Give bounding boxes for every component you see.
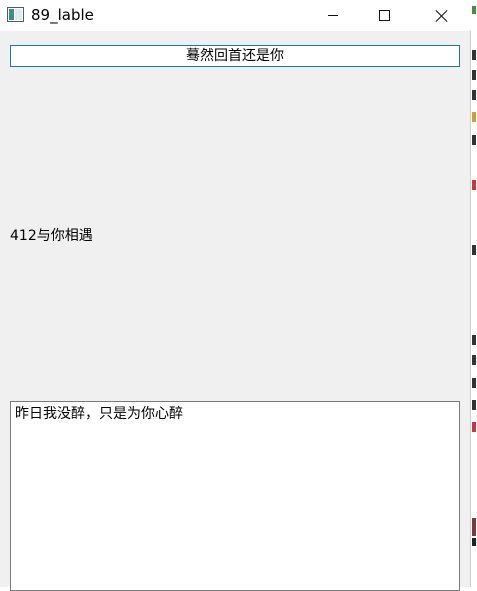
minimize-icon [328,15,338,16]
text-area[interactable]: 昨日我没醉，只是为你心醉 [10,401,460,591]
main-window: 89_lable 蓦然回首还是你 412与你相遇 昨日我没醉，只是为你心醉 [0,0,471,591]
maximize-icon [378,10,390,21]
app-window-icon[interactable] [7,7,24,22]
close-button[interactable] [419,0,465,31]
background-window-edge [472,0,477,587]
title-bar[interactable]: 89_lable [0,0,471,31]
heading-label: 蓦然回首还是你 [10,45,460,67]
maximize-button[interactable] [361,0,407,31]
middle-label: 412与你相遇 [10,228,93,244]
close-icon [435,9,449,23]
window-title: 89_lable [31,6,94,24]
minimize-button[interactable] [310,0,356,31]
